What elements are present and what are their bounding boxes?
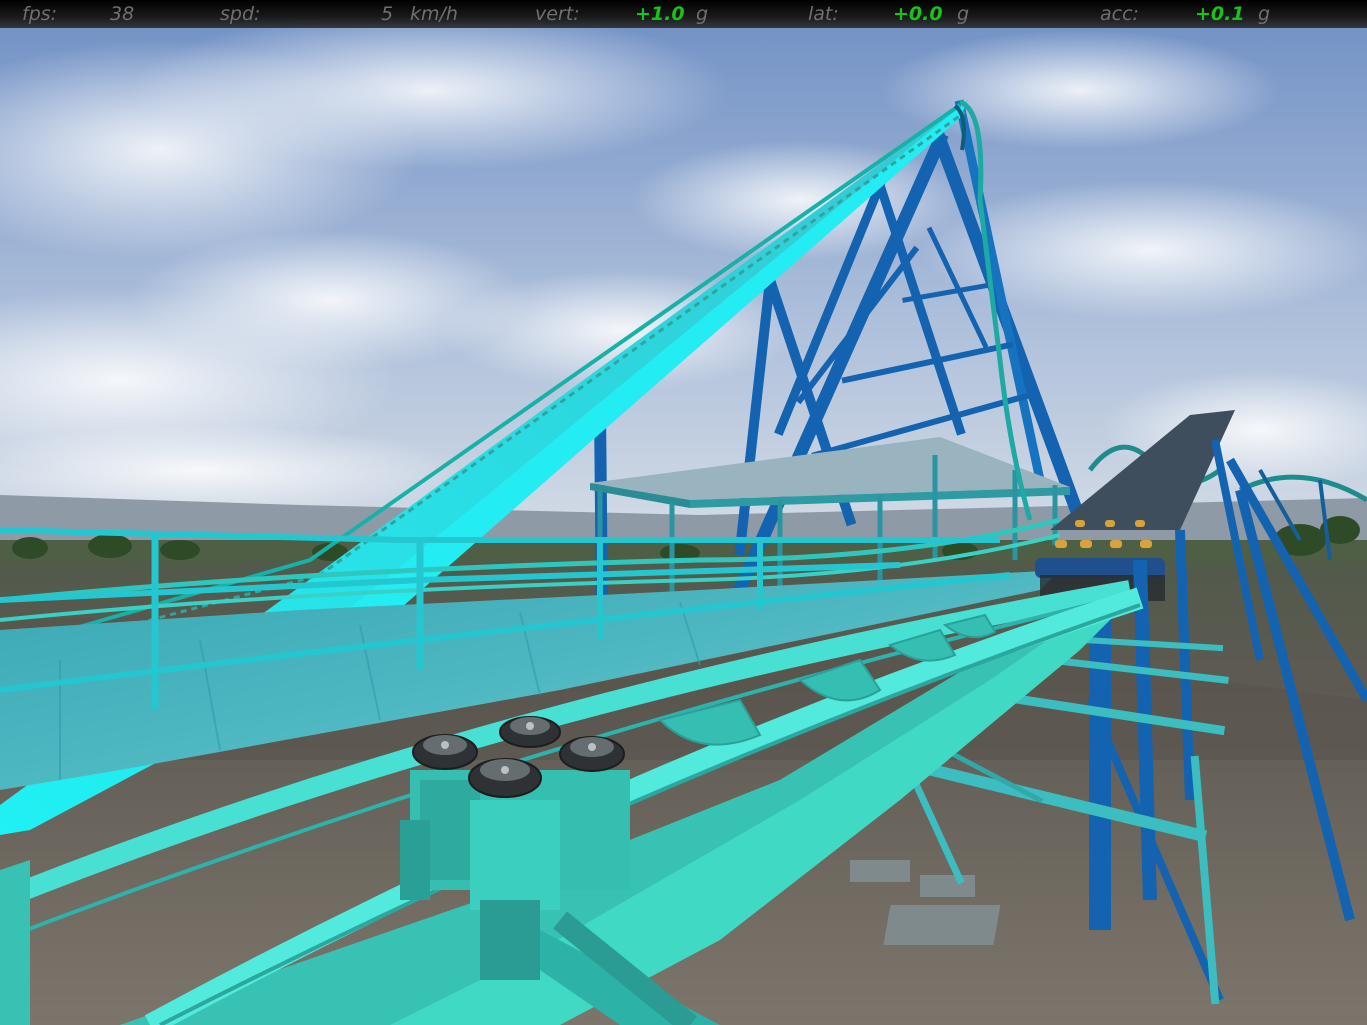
lateral-g-label: lat:	[808, 3, 839, 25]
lateral-g-value: +0.0	[893, 3, 943, 25]
coaster-3d-view	[0, 0, 1367, 1025]
speed-unit: km/h	[410, 3, 458, 25]
lateral-g-unit: g	[957, 3, 970, 25]
telemetry-bar: fps: 38 spd: 5 km/h vert: +1.0 g lat: +0…	[0, 0, 1367, 28]
speed-value: 5	[381, 3, 394, 25]
fps-label: fps:	[22, 3, 58, 25]
vertical-g-label: vert:	[535, 3, 580, 25]
fps-value: 38	[110, 3, 135, 25]
acceleration-value: +0.1	[1195, 3, 1245, 25]
speed-label: spd:	[220, 3, 261, 25]
vertical-g-unit: g	[696, 3, 709, 25]
vertical-g-value: +1.0	[635, 3, 685, 25]
acceleration-label: acc:	[1100, 3, 1139, 25]
acceleration-unit: g	[1258, 3, 1271, 25]
